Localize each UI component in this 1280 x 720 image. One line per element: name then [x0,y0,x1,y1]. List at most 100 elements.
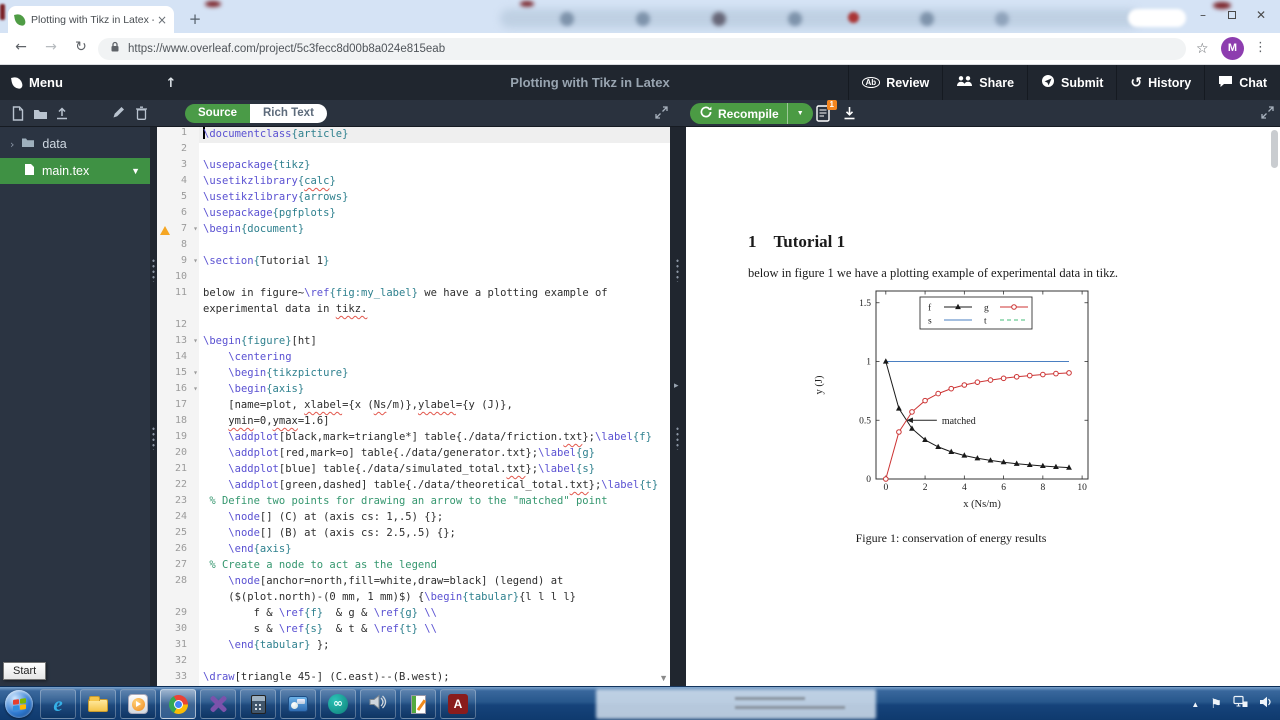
new-tab-button[interactable]: + [184,10,206,29]
code-line[interactable]: \node[] (C) at (axis cs: 1,.5) {}; [199,511,670,527]
window-maximize-button[interactable] [1219,5,1245,27]
taskbar-item-calculator[interactable] [240,689,276,719]
fold-caret-icon[interactable]: ▾ [193,336,198,345]
code-line[interactable]: \end{tabular} }; [199,639,670,655]
code-line[interactable]: \begin{document} [199,223,670,239]
code-line[interactable]: \addplot[blue] table{./data/simulated_to… [199,463,670,479]
forward-button[interactable]: → [40,39,62,55]
drag-handle-icon[interactable] [676,258,679,282]
taskbar-item-acrobat[interactable]: A [440,689,476,719]
history-button[interactable]: ↺ History [1116,65,1204,100]
pane-divider-left[interactable] [150,127,157,686]
taskbar-item-windows-explorer[interactable] [80,689,116,719]
taskbar-item-arduino[interactable]: ∞ [320,689,356,719]
taskbar-item-volume[interactable] [360,689,396,719]
drag-handle-icon[interactable] [676,426,679,450]
code-editor[interactable]: 1 \documentclass{article} 2 3 \usepackage{ti… [157,127,670,686]
code-line[interactable]: % Create a node to act as the legend [199,559,670,575]
code-line[interactable]: \section{Tutorial 1} [199,255,670,271]
address-bar[interactable]: https://www.overleaf.com/project/5c3fecc… [98,38,1186,60]
logs-button[interactable]: 1 [816,100,837,122]
start-button[interactable] [5,690,33,718]
window-minimize-button[interactable]: – [1190,5,1216,27]
code-line[interactable]: f & \ref{f} & g & \ref{g} \\ [199,607,670,623]
taskbar-item-visual-studio[interactable] [200,689,236,719]
drag-handle-icon[interactable] [152,426,155,450]
rename-pencil-icon[interactable] [112,106,125,124]
taskbar-item-chrome[interactable] [160,689,196,719]
pdf-scrollbar-thumb[interactable] [1271,130,1278,168]
folder-collapse-caret-icon[interactable]: › [10,138,14,151]
code-line[interactable] [199,655,670,671]
fold-caret-icon[interactable]: ▾ [193,368,198,377]
fold-caret-icon[interactable]: ▾ [193,224,198,233]
code-line[interactable]: \centering [199,351,670,367]
code-line[interactable]: below in figure~\ref{fig:my_label} we ha… [199,287,670,303]
taskbar-item-internet-explorer[interactable]: e [40,689,76,719]
back-to-projects-button[interactable]: ↑ [156,65,186,100]
file-menu-chevron-icon[interactable]: ▼ [131,166,140,176]
window-close-button[interactable]: ✕ [1248,5,1274,27]
review-button[interactable]: Ab Review [847,65,943,100]
pdf-preview[interactable]: 1 Tutorial 1 below in figure 1 we have a … [686,127,1280,686]
submit-button[interactable]: Submit [1027,65,1116,100]
new-folder-button[interactable] [33,107,48,125]
code-line[interactable] [199,271,670,287]
pdf-expand-icon[interactable] [1261,106,1274,124]
code-lines[interactable]: 1 \documentclass{article} 2 3 \usepackage{ti… [157,127,670,686]
action-center-flag-icon[interactable]: ⚑ [1210,697,1222,712]
code-line[interactable] [199,239,670,255]
collapse-pane-chevron-icon[interactable]: ▸ [674,380,679,391]
back-button[interactable]: ← [10,39,32,55]
tray-expand-caret-icon[interactable]: ▲ [1191,700,1199,709]
bookmark-star-icon[interactable]: ☆ [1196,41,1209,57]
editor-expand-icon[interactable] [655,106,668,124]
rich-text-toggle[interactable]: Rich Text [250,104,327,123]
recompile-main[interactable]: Recompile [690,106,787,121]
volume-tray-icon[interactable] [1259,695,1272,713]
code-line[interactable]: s & \ref{s} & t & \ref{t} \\ [199,623,670,639]
code-line[interactable] [199,143,670,159]
taskbar-item-journal[interactable] [400,689,436,719]
code-line[interactable]: \begin{axis} [199,383,670,399]
code-line[interactable]: \node[anchor=north,fill=white,draw=black… [199,575,670,591]
chat-button[interactable]: Chat [1204,65,1280,100]
taskbar-item-media-player[interactable] [120,689,156,719]
code-line[interactable]: \begin{figure}[ht] [199,335,670,351]
code-line[interactable]: \documentclass{article} [199,127,670,143]
code-line[interactable]: [name=plot, xlabel={x (Ns/m)},ylabel={y … [199,399,670,415]
fold-caret-icon[interactable]: ▾ [193,256,198,265]
file-tree-folder-data[interactable]: › data [0,132,150,156]
code-line[interactable]: ymin=0,ymax=1.6] [199,415,670,431]
share-button[interactable]: Share [942,65,1027,100]
recompile-dropdown-caret[interactable]: ▼ [786,103,813,124]
code-line[interactable]: experimental data in tikz. [199,303,670,319]
menu-button[interactable]: Menu [11,65,63,100]
network-icon[interactable] [1233,695,1248,713]
code-line[interactable]: \usetikzlibrary{arrows} [199,191,670,207]
code-line[interactable]: \usepackage{pgfplots} [199,207,670,223]
tab-close-icon[interactable]: × [157,13,167,27]
browser-tab[interactable]: Plotting with Tikz in Latex - Onlin × [8,6,174,33]
pane-divider-right[interactable]: ▸ [670,127,686,686]
reload-button[interactable]: ↻ [70,39,92,55]
editor-scroll-down-icon[interactable]: ▼ [659,673,668,683]
recompile-button[interactable]: Recompile ▼ [690,103,813,124]
code-line[interactable]: \end{axis} [199,543,670,559]
browser-menu-icon[interactable]: ⋮ [1254,40,1267,55]
upload-button[interactable] [55,106,69,125]
code-line[interactable]: \node[] (B) at (axis cs: 2.5,.5) {}; [199,527,670,543]
code-line[interactable]: ($(plot.north)-(0 mm, 1 mm)$) {\begin{ta… [199,591,670,607]
fold-caret-icon[interactable]: ▾ [193,384,198,393]
code-line[interactable]: \addplot[green,dashed] table{./data/theo… [199,479,670,495]
code-line[interactable]: \addplot[red,mark=o] table{./data/genera… [199,447,670,463]
pdf-download-button[interactable] [843,106,856,125]
profile-avatar[interactable]: M [1221,37,1244,60]
taskbar-item-control-panel[interactable] [280,689,316,719]
code-line[interactable]: \addplot[black,mark=triangle*] table{./d… [199,431,670,447]
file-tree-item-maintex[interactable]: main.tex ▼ [0,158,150,184]
code-line[interactable]: % Define two points for drawing an arrow… [199,495,670,511]
source-toggle[interactable]: Source [185,104,250,123]
code-line[interactable]: \draw[triangle 45-] (C.east)--(B.west); [199,671,670,686]
code-line[interactable] [199,319,670,335]
